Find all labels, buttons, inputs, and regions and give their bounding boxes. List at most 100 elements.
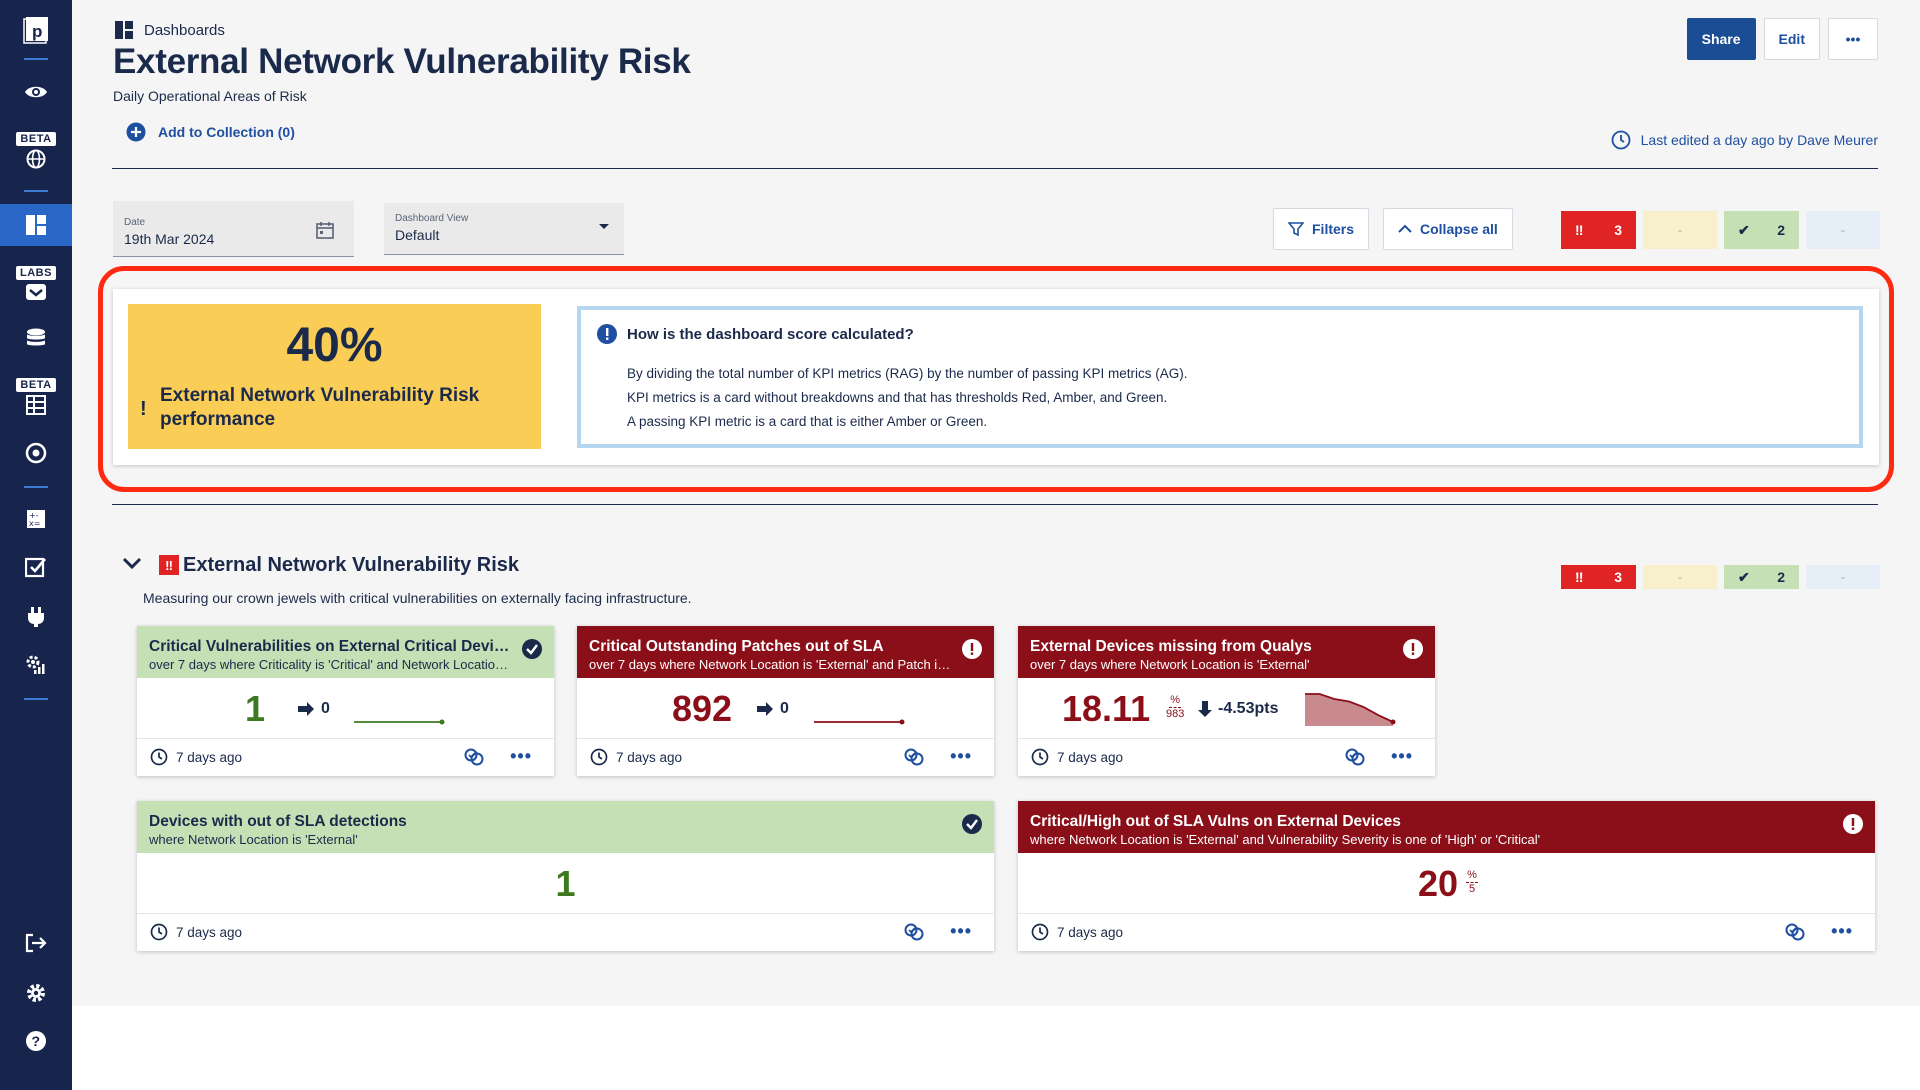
- sidebar-item-map[interactable]: BETA: [0, 128, 72, 172]
- kpi-card-divider: [1018, 738, 1435, 739]
- add-to-collection-button[interactable]: Add to Collection (0): [126, 122, 295, 142]
- gear-icon: [27, 984, 45, 1002]
- kpi-card-header: External Devices missing from Qualys ove…: [1018, 626, 1435, 678]
- kpi-unit: %: [1170, 694, 1181, 706]
- alert-circle-icon: [1403, 639, 1423, 659]
- kpi-more-button[interactable]: •••: [950, 746, 972, 767]
- labs-badge: LABS: [16, 265, 56, 280]
- sidebar-item-logout[interactable]: [0, 930, 72, 956]
- kpi-value: 20: [1418, 863, 1459, 904]
- app-logo[interactable]: p: [0, 14, 72, 46]
- sidebar-divider: [24, 698, 48, 700]
- sidebar-item-help[interactable]: ?: [0, 1028, 72, 1054]
- sidebar-item-settings[interactable]: [0, 980, 72, 1006]
- kpi-card-body: 892 0: [577, 678, 994, 738]
- kpi-value: 1: [555, 863, 576, 904]
- section-count-red[interactable]: ‼ 3: [1561, 565, 1636, 589]
- kpi-card-updated: 7 days ago: [590, 748, 682, 766]
- edit-button[interactable]: Edit: [1763, 18, 1820, 60]
- sidebar-item-data[interactable]: [0, 326, 72, 352]
- filter-icon: [1288, 222, 1304, 237]
- kpi-card-critical-high-vulns[interactable]: Critical/High out of SLA Vulns on Extern…: [1018, 801, 1875, 951]
- sidebar-item-targets[interactable]: [0, 440, 72, 466]
- kpi-card-title: Critical/High out of SLA Vulns on Extern…: [1030, 813, 1401, 830]
- link-breakdown-icon[interactable]: [1345, 747, 1365, 767]
- kpi-card-subtitle: over 7 days where Network Location is 'E…: [589, 657, 982, 672]
- svg-text:x=: x=: [29, 519, 40, 528]
- kpi-card-body: 18.11 % 983 -4.53pts: [1018, 678, 1435, 738]
- kpi-card-critical-vulns[interactable]: Critical Vulnerabilities on External Cri…: [137, 626, 554, 776]
- section-collapse-chevron-icon[interactable]: [122, 557, 142, 571]
- filters-button[interactable]: Filters: [1273, 208, 1370, 250]
- calculator-icon: +-x=: [27, 510, 45, 528]
- arrow-right-icon: [757, 702, 773, 716]
- last-edited-text: Last edited a day ago by Dave Meurer: [1640, 132, 1878, 148]
- checkbox-icon: [25, 557, 46, 578]
- kpi-card-body: 1 0: [137, 678, 554, 738]
- chevron-down-icon: [599, 224, 609, 229]
- sidebar-item-settings-analytics[interactable]: [0, 652, 72, 678]
- status-count-red[interactable]: ‼ 3: [1561, 211, 1636, 249]
- link-breakdown-icon[interactable]: [1785, 922, 1805, 942]
- sidebar-item-reports[interactable]: BETA: [0, 374, 72, 418]
- kpi-card-title: Critical Vulnerabilities on External Cri…: [149, 638, 520, 655]
- status-count-amber-value: -: [1677, 222, 1683, 238]
- kpi-card-divider: [577, 738, 994, 739]
- collapse-all-button[interactable]: Collapse all: [1383, 208, 1513, 250]
- arrow-right-icon: [298, 702, 314, 716]
- more-actions-button[interactable]: •••: [1828, 18, 1878, 60]
- date-value: 19th Mar 2024: [124, 231, 215, 247]
- help-icon: ?: [26, 1031, 46, 1051]
- target-icon: [25, 442, 47, 464]
- section-count-green[interactable]: ✔ 2: [1724, 565, 1799, 589]
- link-breakdown-icon[interactable]: [464, 747, 484, 767]
- sidebar-item-tasks[interactable]: [0, 554, 72, 580]
- kpi-card-header: Devices with out of SLA detections where…: [137, 801, 994, 853]
- kpi-card-sla-detections[interactable]: Devices with out of SLA detections where…: [137, 801, 994, 951]
- section-count-none[interactable]: -: [1806, 565, 1880, 589]
- sidebar-item-integrations[interactable]: [0, 604, 72, 630]
- plug-icon: [28, 607, 44, 627]
- status-count-red-value: 3: [1614, 222, 1622, 238]
- link-breakdown-icon[interactable]: [904, 922, 924, 942]
- kpi-card-header: Critical/High out of SLA Vulns on Extern…: [1018, 801, 1875, 853]
- breadcrumb[interactable]: Dashboards: [114, 20, 225, 40]
- svg-text:p: p: [32, 22, 42, 41]
- sparkline-area: [1305, 694, 1393, 726]
- page-actions: Share Edit •••: [1686, 18, 1878, 60]
- kpi-more-button[interactable]: •••: [1831, 921, 1853, 942]
- kpi-trend: -4.53pts: [1198, 700, 1278, 718]
- critical-flag-icon: ‼: [1575, 222, 1584, 238]
- sidebar-item-labs[interactable]: LABS: [0, 262, 72, 304]
- kpi-more-button[interactable]: •••: [510, 746, 532, 767]
- sidebar-item-dashboards[interactable]: [0, 204, 72, 246]
- section-count-amber[interactable]: -: [1643, 565, 1717, 589]
- share-button[interactable]: Share: [1686, 18, 1756, 60]
- add-circle-icon: [126, 122, 146, 142]
- sidebar-item-calculator[interactable]: +- x=: [0, 506, 72, 532]
- labs-icon: [26, 283, 46, 300]
- logout-icon: [25, 933, 47, 953]
- status-count-green[interactable]: ✔ 2: [1724, 211, 1799, 249]
- kpi-more-button[interactable]: •••: [1391, 746, 1413, 767]
- calendar-icon[interactable]: [316, 221, 334, 239]
- breadcrumb-label[interactable]: Dashboards: [144, 22, 225, 39]
- kpi-card-critical-patches[interactable]: Critical Outstanding Patches out of SLA …: [577, 626, 994, 776]
- kpi-card-divider: [1018, 913, 1875, 914]
- check-icon: ✔: [1738, 568, 1750, 585]
- dashboard-view-select[interactable]: Dashboard View Default: [384, 203, 624, 255]
- kpi-card-missing-qualys[interactable]: External Devices missing from Qualys ove…: [1018, 626, 1435, 776]
- kpi-value: 1: [245, 688, 266, 729]
- kpi-card-header: Critical Outstanding Patches out of SLA …: [577, 626, 994, 678]
- eye-icon: [25, 86, 47, 98]
- status-count-amber[interactable]: -: [1643, 211, 1717, 249]
- kpi-card-subtitle: where Network Location is 'External': [149, 832, 358, 847]
- status-count-none[interactable]: -: [1806, 211, 1880, 249]
- date-picker[interactable]: Date 19th Mar 2024: [113, 201, 354, 257]
- report-grid-icon: [26, 394, 46, 415]
- kpi-sparkline: [354, 719, 445, 725]
- link-breakdown-icon[interactable]: [904, 747, 924, 767]
- kpi-more-button[interactable]: •••: [950, 921, 972, 942]
- sidebar-divider: [24, 190, 48, 192]
- sidebar-item-watch[interactable]: [0, 78, 72, 106]
